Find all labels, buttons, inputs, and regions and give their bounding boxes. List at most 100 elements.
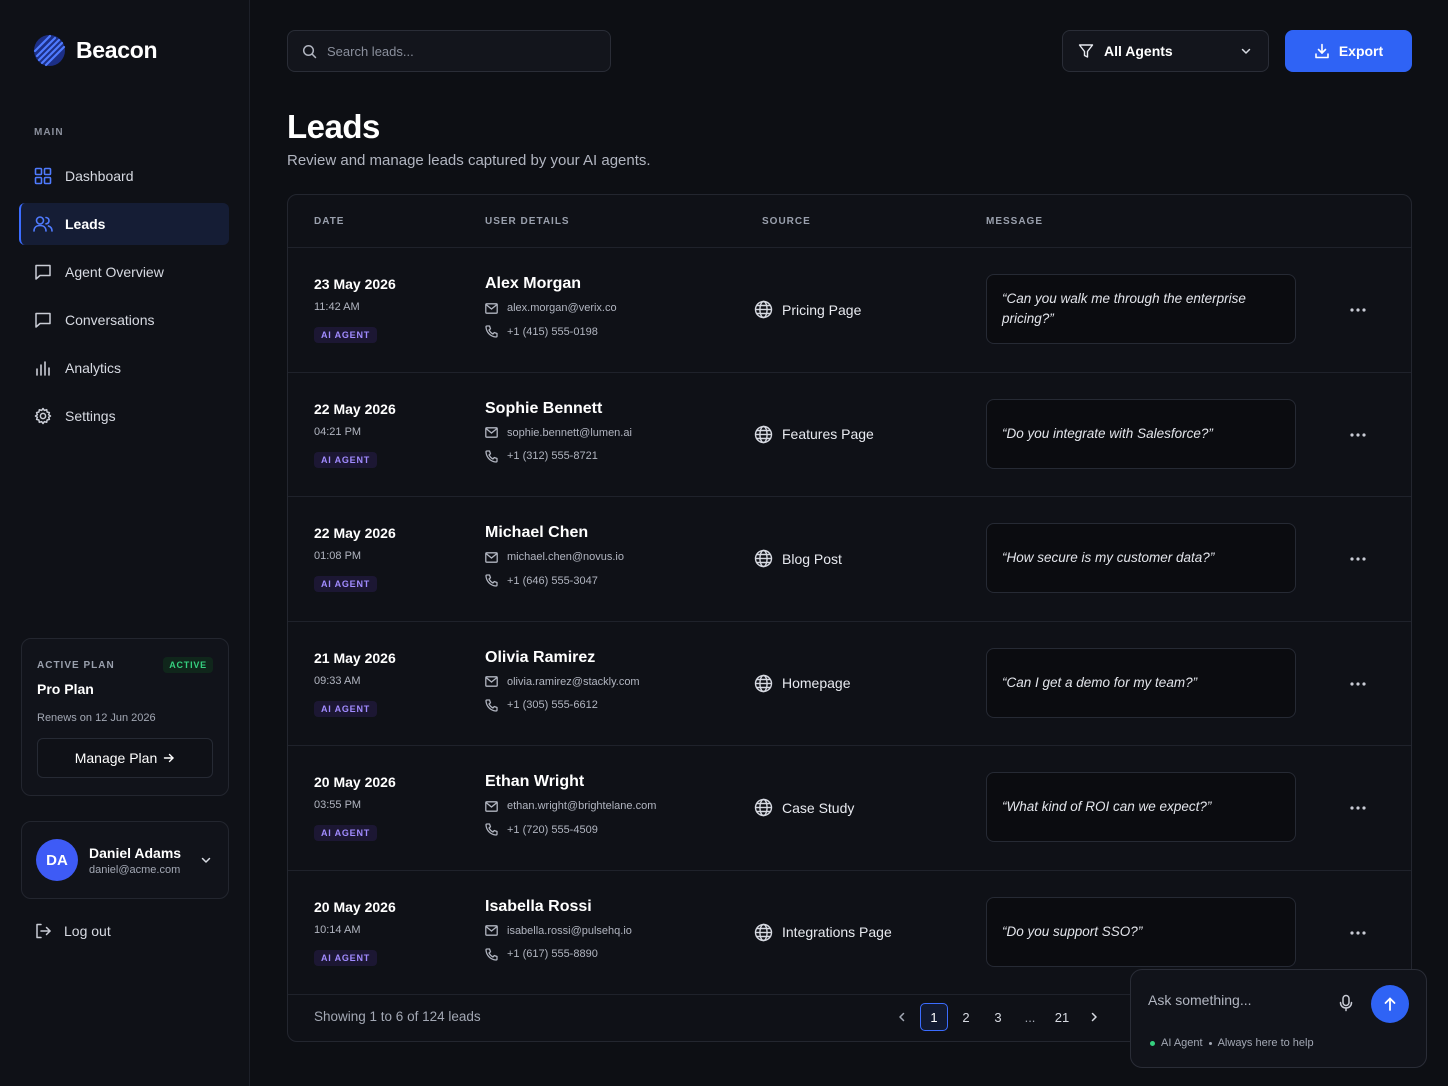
table-row[interactable]: 20 May 2026 03:55 PM AI AGENT Ethan Wright e… bbox=[288, 746, 1411, 871]
users-icon bbox=[33, 214, 53, 234]
sidebar-item-conversations[interactable]: Conversations bbox=[19, 299, 229, 341]
previous-page-button[interactable] bbox=[888, 1003, 916, 1031]
sidebar-item-label: Analytics bbox=[65, 360, 122, 376]
export-button[interactable]: Export bbox=[1285, 30, 1412, 72]
sidebar-item-dashboard[interactable]: Dashboard bbox=[19, 155, 229, 197]
agent-filter-dropdown[interactable]: All Agents bbox=[1062, 30, 1269, 72]
phone-icon bbox=[485, 449, 498, 463]
table-row[interactable]: 21 May 2026 09:33 AM AI AGENT Olivia Ramire… bbox=[288, 622, 1411, 746]
user-email: daniel@acme.com bbox=[89, 863, 181, 876]
sidebar-item-leads[interactable]: Leads bbox=[19, 203, 229, 245]
mail-icon bbox=[485, 800, 498, 812]
lead-email[interactable]: olivia.ramirez@stackly.com bbox=[507, 676, 640, 688]
lead-time: 04:21 PM bbox=[314, 425, 362, 438]
lead-user-cell: Ethan Wright ethan.wright@brightelane.com… bbox=[485, 773, 656, 836]
lead-date: 21 May 2026 bbox=[314, 649, 396, 666]
lead-message: “Do you support SSO?” bbox=[986, 896, 1296, 967]
table-body: 23 May 2026 11:42 AM AI AGENT Alex Morgan al… bbox=[288, 248, 1411, 995]
chevron-down-icon bbox=[1240, 45, 1252, 57]
sidebar-nav: Dashboard Leads Agent Overview Conversat… bbox=[19, 155, 229, 443]
lead-name[interactable]: Alex Morgan bbox=[485, 275, 617, 293]
lead-phone[interactable]: +1 (305) 555-6612 bbox=[507, 699, 598, 711]
lead-user-cell: Michael Chen michael.chen@novus.io +1 (646… bbox=[485, 524, 624, 587]
lead-date-cell: 20 May 2026 03:55 PM AI AGENT bbox=[314, 774, 396, 841]
lead-email[interactable]: isabella.rossi@pulsehq.io bbox=[507, 925, 632, 937]
arrow-up-icon bbox=[1382, 996, 1398, 1012]
plan-name: Pro Plan bbox=[37, 681, 94, 697]
ai-agent-badge: AI AGENT bbox=[314, 451, 378, 468]
plan-card: ACTIVE PLAN ACTIVE Pro Plan Renews on 12… bbox=[21, 638, 229, 796]
table-row[interactable]: 23 May 2026 11:42 AM AI AGENT Alex Morgan al… bbox=[288, 248, 1411, 373]
lead-date: 22 May 2026 bbox=[314, 525, 396, 541]
page-button-21[interactable]: 21 bbox=[1048, 1003, 1076, 1031]
search-input[interactable] bbox=[327, 43, 587, 59]
lead-email[interactable]: sophie.bennett@lumen.ai bbox=[507, 427, 632, 439]
more-horizontal-icon bbox=[1350, 806, 1366, 810]
row-actions-button[interactable] bbox=[1342, 798, 1374, 818]
lead-name[interactable]: Michael Chen bbox=[485, 524, 624, 542]
lead-source: Integrations Page bbox=[782, 924, 892, 940]
lead-name[interactable]: Sophie Bennett bbox=[485, 400, 632, 418]
lead-message-text: “How secure is my customer data?” bbox=[1002, 550, 1215, 565]
status-badge: ACTIVE bbox=[163, 657, 213, 673]
sidebar-item-analytics[interactable]: Analytics bbox=[19, 347, 229, 389]
lead-name[interactable]: Ethan Wright bbox=[485, 773, 656, 791]
row-actions-button[interactable] bbox=[1342, 923, 1374, 943]
download-icon bbox=[1314, 43, 1330, 59]
lead-source-cell: Case Study bbox=[754, 798, 854, 817]
chat-status-text: Always here to help bbox=[1217, 1037, 1314, 1049]
column-header-date[interactable]: DATE bbox=[314, 216, 344, 227]
column-header-source[interactable]: SOURCE bbox=[762, 216, 811, 227]
lead-phone[interactable]: +1 (415) 555-0198 bbox=[507, 326, 598, 338]
avatar: DA bbox=[36, 839, 78, 881]
sidebar-item-agent-overview[interactable]: Agent Overview bbox=[19, 251, 229, 293]
lead-phone[interactable]: +1 (646) 555-3047 bbox=[507, 575, 598, 587]
lead-name[interactable]: Isabella Rossi bbox=[485, 898, 632, 916]
row-actions-button[interactable] bbox=[1342, 674, 1374, 694]
lead-name[interactable]: Olivia Ramirez bbox=[485, 649, 640, 667]
column-header-user-details[interactable]: USER DETAILS bbox=[485, 216, 570, 227]
lead-phone[interactable]: +1 (720) 555-4509 bbox=[507, 824, 598, 836]
table-row[interactable]: 22 May 2026 01:08 PM AI AGENT Michael Chen m… bbox=[288, 497, 1411, 622]
user-menu[interactable]: DA Daniel Adams daniel@acme.com bbox=[21, 821, 229, 899]
page-button-1[interactable]: 1 bbox=[920, 1003, 948, 1031]
lead-user-cell: Olivia Ramirez olivia.ramirez@stackly.com… bbox=[485, 649, 640, 712]
bar-chart-icon bbox=[33, 358, 53, 378]
plan-label: ACTIVE PLAN bbox=[37, 659, 115, 671]
row-actions-button[interactable] bbox=[1342, 549, 1374, 569]
row-actions-button[interactable] bbox=[1342, 300, 1374, 320]
search-box bbox=[287, 30, 611, 72]
lead-phone[interactable]: +1 (312) 555-8721 bbox=[507, 450, 598, 462]
column-header-message[interactable]: MESSAGE bbox=[986, 216, 1043, 227]
logout-button[interactable]: Log out bbox=[34, 922, 111, 940]
more-horizontal-icon bbox=[1350, 681, 1366, 686]
page-button-2[interactable]: 2 bbox=[952, 1003, 980, 1031]
send-button[interactable] bbox=[1371, 985, 1409, 1023]
agent-filter-value: All Agents bbox=[1104, 43, 1173, 59]
chat-input[interactable] bbox=[1148, 992, 1328, 1008]
sidebar-item-label: Conversations bbox=[65, 312, 155, 328]
lead-message: “What kind of ROI can we expect?” bbox=[986, 772, 1296, 842]
user-name: Daniel Adams bbox=[89, 844, 182, 861]
lead-message-text: “Do you integrate with Salesforce?” bbox=[1002, 425, 1213, 441]
lead-message: “Can I get a demo for my team?” bbox=[986, 647, 1296, 718]
lead-email[interactable]: michael.chen@novus.io bbox=[507, 551, 624, 563]
lead-phone[interactable]: +1 (617) 555-8890 bbox=[507, 948, 598, 960]
lead-source-cell: Pricing Page bbox=[754, 300, 861, 319]
chevron-down-icon bbox=[200, 854, 212, 866]
sidebar-item-settings[interactable]: Settings bbox=[19, 395, 229, 437]
manage-plan-button[interactable]: Manage Plan bbox=[37, 738, 213, 778]
logout-icon bbox=[34, 922, 52, 940]
brand[interactable]: Beacon bbox=[33, 34, 158, 67]
lead-message-text: “Can I get a demo for my team?” bbox=[1002, 674, 1198, 690]
sidebar: Beacon MAIN Dashboard Leads Agent Overvi… bbox=[0, 0, 250, 1086]
row-actions-button[interactable] bbox=[1342, 425, 1374, 445]
lead-email[interactable]: alex.morgan@verix.co bbox=[507, 302, 617, 314]
microphone-icon[interactable] bbox=[1338, 994, 1354, 1012]
page-button-3[interactable]: 3 bbox=[984, 1003, 1012, 1031]
more-horizontal-icon bbox=[1350, 432, 1366, 437]
table-row[interactable]: 22 May 2026 04:21 PM AI AGENT Sophie Bennet… bbox=[288, 373, 1411, 497]
ai-agent-badge: AI AGENT bbox=[314, 327, 378, 343]
next-page-button[interactable] bbox=[1080, 1003, 1108, 1031]
lead-email[interactable]: ethan.wright@brightelane.com bbox=[507, 800, 656, 812]
